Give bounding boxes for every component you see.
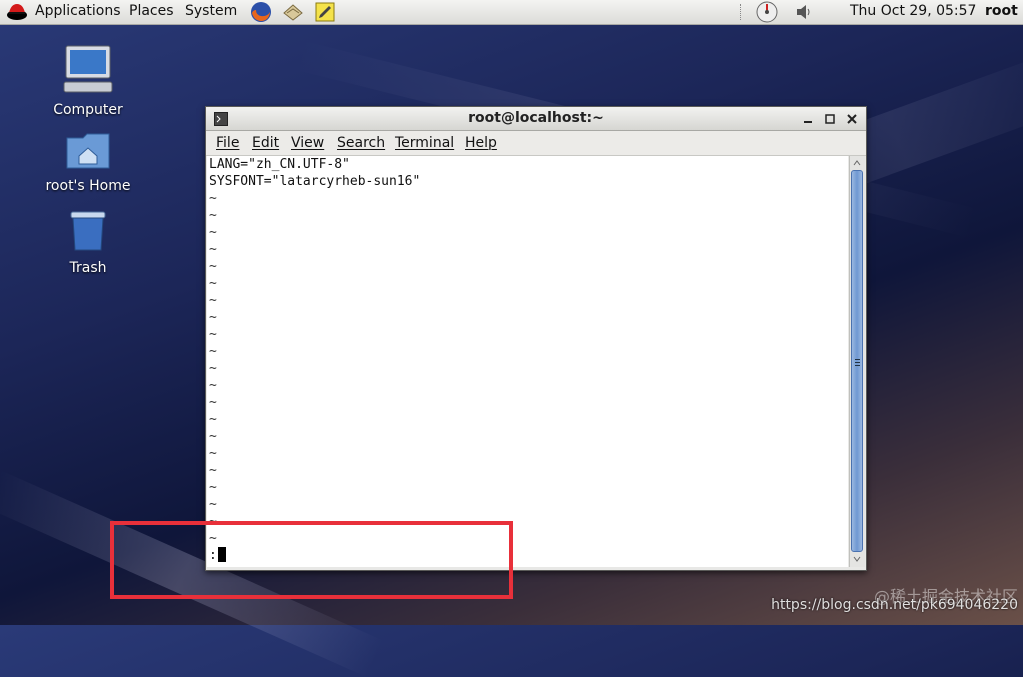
annotation-highlight-box xyxy=(110,521,513,599)
tilde-line: ~ xyxy=(209,463,217,478)
menu-file[interactable]: File xyxy=(216,135,239,151)
tilde-line: ~ xyxy=(209,225,217,240)
computer-icon xyxy=(63,45,113,93)
window-title: root@localhost:~ xyxy=(468,110,604,126)
tilde-line: ~ xyxy=(209,480,217,495)
desktop-icon-label: root's Home xyxy=(45,178,131,194)
user-menu[interactable]: root xyxy=(985,3,1018,19)
tilde-line: ~ xyxy=(209,446,217,461)
tilde-line: ~ xyxy=(209,395,217,410)
system-menu[interactable]: System xyxy=(185,3,237,19)
desktop-icon-trash[interactable]: Trash xyxy=(38,210,138,276)
vertical-scrollbar[interactable] xyxy=(849,156,865,567)
tilde-line: ~ xyxy=(209,412,217,427)
menu-view[interactable]: View xyxy=(291,135,324,151)
watermark-url: https://blog.csdn.net/pk694046220 xyxy=(771,597,1018,613)
firefox-icon[interactable] xyxy=(250,1,272,23)
tilde-line: ~ xyxy=(209,310,217,325)
tilde-line: ~ xyxy=(209,259,217,274)
terminal-content[interactable]: LANG="zh_CN.UTF-8" SYSFONT="latarcyrheb-… xyxy=(207,156,848,567)
home-folder-icon xyxy=(66,133,110,169)
desktop-icon-label: Trash xyxy=(69,260,107,276)
scroll-down-icon[interactable] xyxy=(852,554,862,564)
minimize-icon[interactable] xyxy=(802,113,814,125)
clock[interactable]: Thu Oct 29, 05:57 xyxy=(850,3,976,19)
menu-search[interactable]: Search xyxy=(337,135,385,151)
window-titlebar[interactable]: root@localhost:~ xyxy=(206,107,866,131)
notes-icon[interactable] xyxy=(314,1,336,23)
tilde-line: ~ xyxy=(209,208,217,223)
tilde-line: ~ xyxy=(209,497,217,512)
tilde-line: ~ xyxy=(209,327,217,342)
maximize-icon[interactable] xyxy=(824,113,836,125)
tilde-line: ~ xyxy=(209,378,217,393)
tilde-line: ~ xyxy=(209,344,217,359)
volume-icon[interactable] xyxy=(794,1,816,23)
text-line: LANG="zh_CN.UTF-8" xyxy=(209,157,350,172)
menu-terminal[interactable]: Terminal xyxy=(395,135,454,151)
tilde-line: ~ xyxy=(209,276,217,291)
desktop-icon-computer[interactable]: Computer xyxy=(38,44,138,118)
mail-icon[interactable] xyxy=(282,1,304,23)
tilde-line: ~ xyxy=(209,242,217,257)
text-line: SYSFONT="latarcyrheb-sun16" xyxy=(209,174,421,189)
tilde-line: ~ xyxy=(209,429,217,444)
terminal-window: root@localhost:~ File Edit View Search T… xyxy=(205,106,867,571)
scroll-up-icon[interactable] xyxy=(852,158,862,168)
menu-edit[interactable]: Edit xyxy=(252,135,279,151)
redhat-logo-icon[interactable] xyxy=(6,1,28,23)
menu-help[interactable]: Help xyxy=(465,135,497,151)
panel-separator xyxy=(740,4,743,20)
tilde-line: ~ xyxy=(209,293,217,308)
tilde-line: ~ xyxy=(209,361,217,376)
desktop-icon-label: Computer xyxy=(53,102,123,118)
applications-menu[interactable]: Applications xyxy=(35,3,121,19)
desktop-icon-home[interactable]: root's Home xyxy=(38,130,138,194)
menu-bar: File Edit View Search Terminal Help xyxy=(206,131,866,156)
network-monitor-icon[interactable] xyxy=(755,1,779,23)
places-menu[interactable]: Places xyxy=(129,3,174,19)
trash-icon xyxy=(70,211,106,251)
tilde-line: ~ xyxy=(209,191,217,206)
top-panel: Applications Places System Thu Oct 29, 0… xyxy=(0,0,1023,25)
scrollbar-thumb[interactable] xyxy=(851,170,863,552)
close-icon[interactable] xyxy=(846,113,858,125)
grip-lines xyxy=(855,359,860,360)
